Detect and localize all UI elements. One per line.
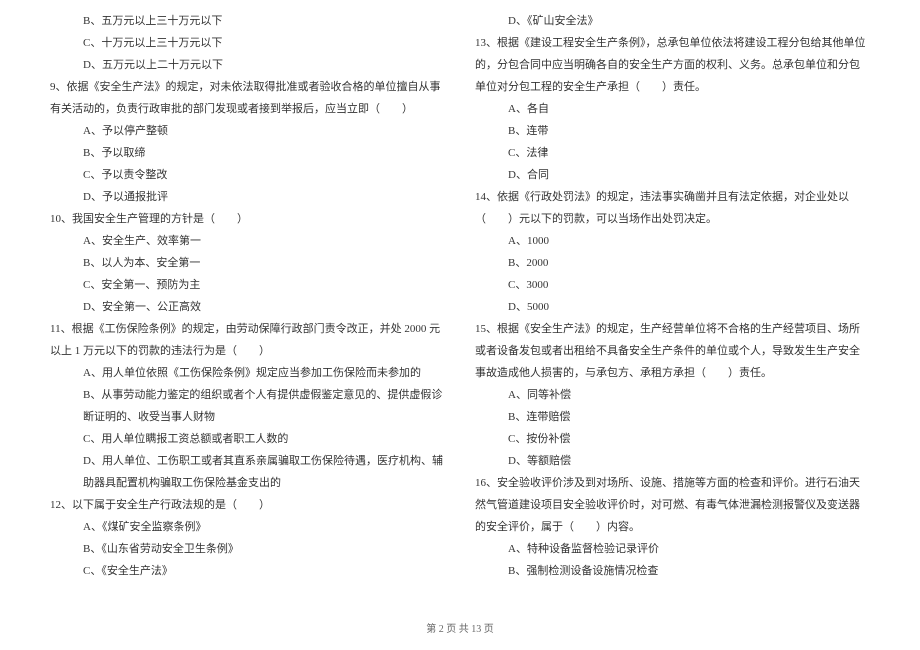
question-text: 9、依据《安全生产法》的规定，对未依法取得批准或者验收合格的单位擅自从事有关活动… bbox=[50, 76, 445, 120]
answer-option: B、从事劳动能力鉴定的组织或者个人有提供虚假鉴定意见的、提供虚假诊断证明的、收受… bbox=[50, 384, 445, 428]
question-text: 13、根据《建设工程安全生产条例》，总承包单位依法将建设工程分包给其他单位的，分… bbox=[475, 32, 870, 98]
answer-option: C、安全第一、预防为主 bbox=[50, 274, 445, 296]
answer-option: D、《矿山安全法》 bbox=[475, 10, 870, 32]
answer-option: C、用人单位瞒报工资总额或者职工人数的 bbox=[50, 428, 445, 450]
answer-option: C、按份补偿 bbox=[475, 428, 870, 450]
answer-option: A、安全生产、效率第一 bbox=[50, 230, 445, 252]
answer-option: B、五万元以上三十万元以下 bbox=[50, 10, 445, 32]
answer-option: D、等额赔偿 bbox=[475, 450, 870, 472]
answer-option: C、《安全生产法》 bbox=[50, 560, 445, 582]
answer-option: B、予以取缔 bbox=[50, 142, 445, 164]
answer-option: D、5000 bbox=[475, 296, 870, 318]
answer-option: A、予以停产整顿 bbox=[50, 120, 445, 142]
question-text: 16、安全验收评价涉及到对场所、设施、措施等方面的检查和评价。进行石油天然气管道… bbox=[475, 472, 870, 538]
answer-option: D、合同 bbox=[475, 164, 870, 186]
question-text: 14、依据《行政处罚法》的规定，违法事实确凿并且有法定依据，对企业处以（ ）元以… bbox=[475, 186, 870, 230]
answer-option: B、连带 bbox=[475, 120, 870, 142]
question-text: 11、根据《工伤保险条例》的规定，由劳动保障行政部门责令改正，并处 2000 元… bbox=[50, 318, 445, 362]
question-text: 15、根据《安全生产法》的规定，生产经营单位将不合格的生产经营项目、场所或者设备… bbox=[475, 318, 870, 384]
answer-option: D、五万元以上二十万元以下 bbox=[50, 54, 445, 76]
answer-option: A、各自 bbox=[475, 98, 870, 120]
answer-option: A、用人单位依照《工伤保险条例》规定应当参加工伤保险而未参加的 bbox=[50, 362, 445, 384]
answer-option: C、十万元以上三十万元以下 bbox=[50, 32, 445, 54]
answer-option: A、同等补偿 bbox=[475, 384, 870, 406]
question-text: 12、以下属于安全生产行政法规的是（ ） bbox=[50, 494, 445, 516]
answer-option: D、用人单位、工伤职工或者其直系亲属骗取工伤保险待遇，医疗机构、辅助器具配置机构… bbox=[50, 450, 445, 494]
answer-option: C、予以责令整改 bbox=[50, 164, 445, 186]
page-footer: 第 2 页 共 13 页 bbox=[0, 620, 920, 640]
answer-option: B、强制检测设备设施情况检查 bbox=[475, 560, 870, 582]
answer-option: B、连带赔偿 bbox=[475, 406, 870, 428]
answer-option: A、1000 bbox=[475, 230, 870, 252]
right-column: D、《矿山安全法》13、根据《建设工程安全生产条例》，总承包单位依法将建设工程分… bbox=[475, 10, 870, 582]
answer-option: D、予以通报批评 bbox=[50, 186, 445, 208]
answer-option: C、法律 bbox=[475, 142, 870, 164]
left-column: B、五万元以上三十万元以下C、十万元以上三十万元以下D、五万元以上二十万元以下9… bbox=[50, 10, 445, 582]
answer-option: B、《山东省劳动安全卫生条例》 bbox=[50, 538, 445, 560]
answer-option: A、特种设备监督检验记录评价 bbox=[475, 538, 870, 560]
question-text: 10、我国安全生产管理的方针是（ ） bbox=[50, 208, 445, 230]
answer-option: B、以人为本、安全第一 bbox=[50, 252, 445, 274]
answer-option: B、2000 bbox=[475, 252, 870, 274]
page-content: B、五万元以上三十万元以下C、十万元以上三十万元以下D、五万元以上二十万元以下9… bbox=[50, 10, 870, 582]
answer-option: C、3000 bbox=[475, 274, 870, 296]
answer-option: A、《煤矿安全监察条例》 bbox=[50, 516, 445, 538]
answer-option: D、安全第一、公正高效 bbox=[50, 296, 445, 318]
